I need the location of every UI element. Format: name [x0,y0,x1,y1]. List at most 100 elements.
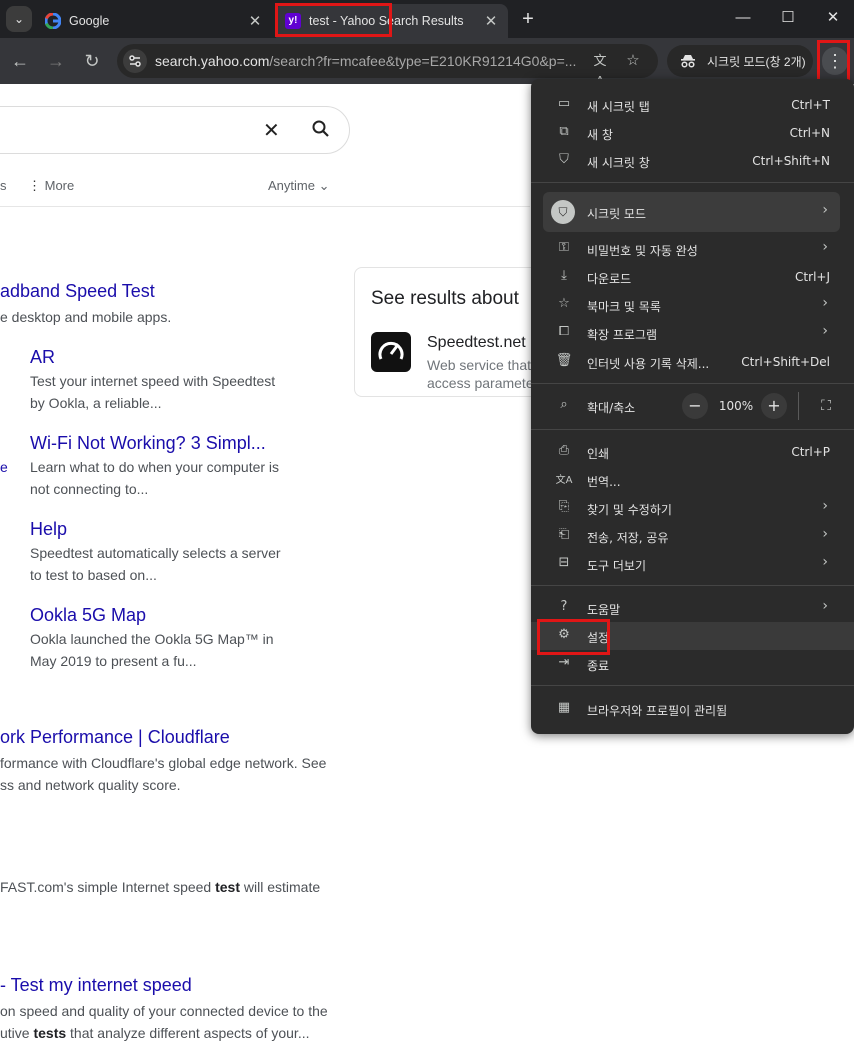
menu-item-clear-history[interactable]: 🗑 인터넷 사용 기록 삭제... Ctrl+Shift+Del [531,348,854,376]
sitelink-title[interactable]: Help [30,519,67,540]
menu-label: 인터넷 사용 기록 삭제... [587,357,710,371]
result-title[interactable]: adband Speed Test [0,281,155,302]
search-icon[interactable] [311,119,331,139]
plus-icon: + [522,8,534,30]
sitelink-snippet: Learn what to do when your computer is [30,459,280,475]
menu-item-more-tools[interactable]: ⊟ 도구 더보기 › [531,550,854,578]
menu-item-exit[interactable]: ⇥ 종료 [531,650,854,678]
menu-label: 비밀번호 및 자동 완성 [587,244,698,258]
menu-item-find-edit[interactable]: ⎘ 찾기 및 수정하기 › [531,494,854,522]
menu-item-extensions[interactable]: ⧠ 확장 프로그램 › [531,319,854,347]
result-title[interactable]: - Test my internet speed [0,975,192,996]
result-title[interactable]: ork Performance | Cloudflare [0,727,230,748]
help-icon: ? [560,599,568,614]
menu-divider [531,429,854,430]
menu-item-bookmarks[interactable]: ☆ 북마크 및 목록 › [531,291,854,319]
shortcut: Ctrl+Shift+N [752,154,830,168]
close-icon[interactable]: ✕ [244,12,266,30]
minimize-button[interactable]: — [728,5,758,31]
arrow-right-icon: → [47,51,65,71]
zoom-in-button[interactable]: + [761,393,787,419]
clear-icon[interactable]: ✕ [263,118,280,143]
anytime-filter[interactable]: Anytime ⌄ [268,178,330,194]
truncated-text: e [0,459,8,475]
anytime-label: Anytime [268,178,315,193]
reload-button[interactable]: ↻ [80,49,104,73]
forward-button[interactable]: → [44,49,68,73]
address-bar[interactable]: search.yahoo.com/search?fr=mcafee&type=E… [117,44,658,88]
incognito-chip[interactable]: 시크릿 모드(창 2개) [667,45,813,77]
tab-title: Google [69,14,110,28]
shortcut: Ctrl+P [791,445,830,459]
sitelink-title[interactable]: AR [30,347,55,368]
knowledge-card: See results about Speedtest.net Web serv… [354,267,554,397]
menu-item-incognito-mode[interactable]: ⛉ 시크릿 모드 › [543,192,840,232]
maximize-icon: ☐ [781,9,795,26]
result-snippet: formance with Cloudflare's global edge n… [0,755,327,771]
card-heading: See results about [371,288,519,309]
puzzle-icon: ⧠ [558,324,570,339]
chevron-right-icon: › [822,598,828,614]
result-snippet: ss and network quality score. [0,777,181,793]
menu-item-new-incognito-tab[interactable]: ▭ 새 시크릿 탭 Ctrl+T [531,91,854,119]
new-tab-button[interactable]: + [516,8,540,32]
snippet-bold: tests [33,1025,67,1041]
menu-item-help[interactable]: ? 도움말 › [531,594,854,622]
menu-item-new-incognito-window[interactable]: ⛉ 새 시크릿 창 Ctrl+Shift+N [531,147,854,175]
minus-icon: − [688,396,702,415]
menu-label: 확대/축소 [587,401,636,415]
menu-divider [531,383,854,384]
zoom-out-button[interactable]: − [682,393,708,419]
menu-label: 도구 더보기 [587,559,647,573]
search-box[interactable]: ✕ [0,106,350,154]
building-icon: ▦ [557,700,571,715]
chevron-right-icon: › [822,202,828,218]
menu-divider [531,182,854,183]
menu-item-translate[interactable]: 文A 번역... [531,466,854,494]
card-name[interactable]: Speedtest.net [427,334,526,352]
highlight-box-tab [275,3,392,37]
chevron-right-icon: › [822,295,828,311]
maximize-button[interactable]: ☐ [773,5,803,31]
menu-item-downloads[interactable]: ⤓ 다운로드 Ctrl+J [531,263,854,291]
chevron-right-icon: › [822,526,828,542]
divider [0,206,530,207]
tab-search-button[interactable]: ⌄ [6,6,32,32]
menu-label: 브라우저와 프로필이 관리됨 [587,704,728,718]
incognito-icon: ⛉ [559,152,569,167]
incognito-icon [681,55,695,68]
shortcut: Ctrl+J [795,270,830,284]
menu-item-cast-save-share[interactable]: ⎗ 전송, 저장, 공유 › [531,522,854,550]
more-filter[interactable]: ⋮ More [28,178,74,194]
star-icon[interactable]: ☆ [623,51,643,71]
sitelink-title[interactable]: Wi-Fi Not Working? 3 Simpl... [30,433,266,454]
shortcut: Ctrl+Shift+Del [741,355,830,369]
menu-item-passwords[interactable]: ⚿ 비밀번호 및 자동 완성 › [531,235,854,263]
print-icon: ⎙ [558,443,570,458]
fullscreen-button[interactable]: ⛶ [813,393,839,419]
menu-item-new-window[interactable]: ⧉ 새 창 Ctrl+N [531,119,854,147]
tab-google[interactable]: Google ✕ [36,4,272,38]
translate-icon: 文A [555,475,573,486]
close-icon[interactable]: ✕ [480,12,502,30]
menu-divider [531,685,854,686]
sitelink-title[interactable]: Ookla 5G Map [30,605,146,626]
menu-item-managed[interactable]: ▦ 브라우저와 프로필이 관리됨 [531,695,854,723]
translate-icon[interactable]: 文A [590,51,610,88]
star-icon: ☆ [558,296,570,311]
close-window-button[interactable]: ✕ [818,5,848,31]
shortcut: Ctrl+N [789,126,830,140]
back-button[interactable]: ← [8,49,32,73]
snippet-text: that analyze different aspects of your..… [66,1025,310,1041]
result-snippet: e desktop and mobile apps. [0,309,172,325]
shortcut: Ctrl+T [791,98,830,112]
menu-label: 시크릿 모드 [587,207,647,221]
card-desc: access paramete [427,375,534,391]
google-icon [45,13,61,29]
menu-item-print[interactable]: ⎙ 인쇄 Ctrl+P [531,438,854,466]
site-info-button[interactable] [123,49,147,73]
sitelink-snippet: by Ookla, a reliable... [30,395,162,411]
url-text[interactable]: search.yahoo.com/search?fr=mcafee&type=E… [155,53,585,69]
sitelink-snippet: Speedtest automatically selects a server [30,545,281,561]
chevron-right-icon: › [822,498,828,514]
